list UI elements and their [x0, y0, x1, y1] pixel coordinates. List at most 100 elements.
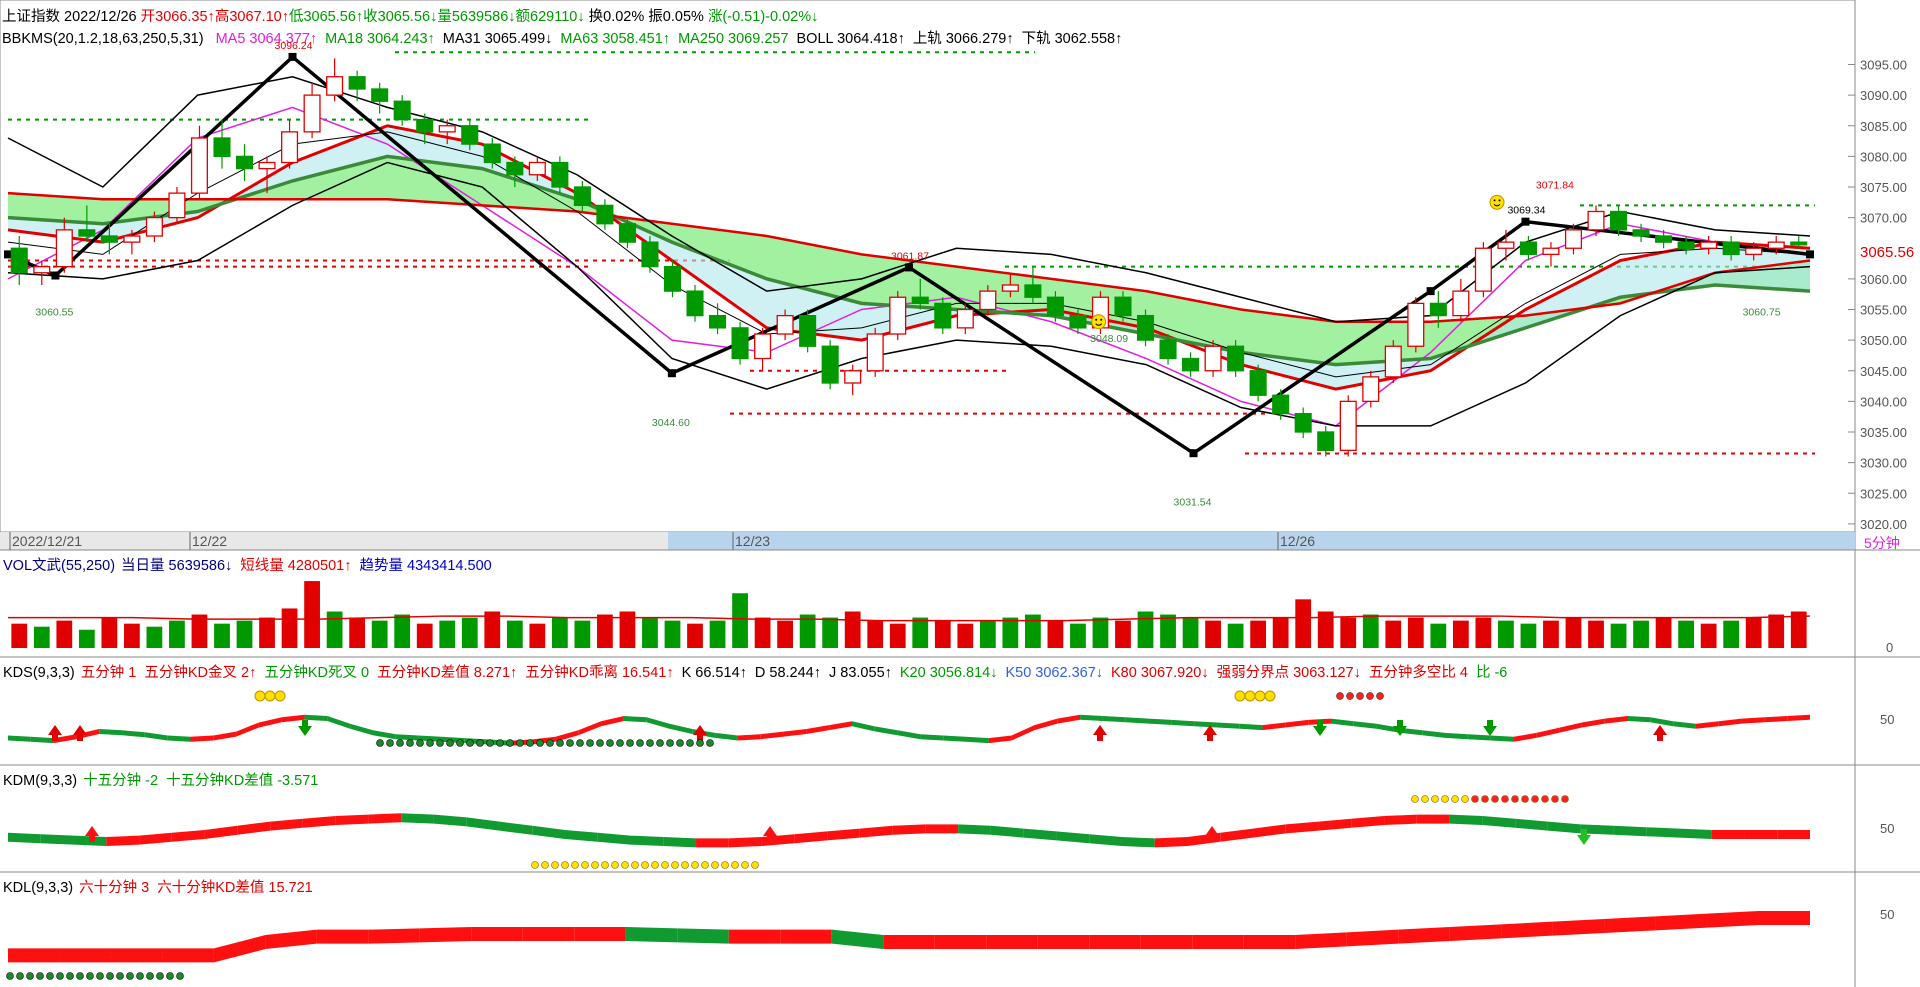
signal-dot — [376, 739, 384, 747]
signal-dot — [701, 861, 709, 869]
time-tick-label: 12/26 — [1280, 533, 1315, 549]
kdl-ribbon — [677, 928, 729, 944]
kds-legend-item-7: J 83.055↑ — [829, 665, 892, 681]
signal-dot — [611, 861, 619, 869]
price-tick-label: 3025.00 — [1860, 486, 1907, 501]
period-label[interactable]: 5分钟 — [1864, 533, 1900, 553]
signal-dot — [596, 739, 604, 747]
volume-bar — [1025, 614, 1041, 648]
zigzag-pivot — [1426, 287, 1435, 296]
candle — [1384, 340, 1402, 383]
kdl-ribbon — [1243, 935, 1296, 949]
kds-ribbon — [623, 716, 647, 723]
kds-ribbon — [372, 730, 396, 740]
signal-dot — [636, 739, 644, 747]
volume-bar — [574, 620, 591, 648]
kdl-ribbon — [471, 927, 523, 941]
volume-bar — [484, 611, 501, 648]
volume-bar — [56, 620, 73, 648]
kdm-ribbon — [564, 830, 598, 842]
kdl-indicator — [6, 911, 1810, 980]
kds-ribbon — [1171, 719, 1195, 727]
volume-bar — [1610, 623, 1627, 648]
kdm-ribbon — [1384, 814, 1417, 825]
smiley-icon — [274, 690, 286, 702]
kdm-ribbon — [892, 824, 926, 835]
volume-bar — [394, 614, 411, 648]
kdl-panel-name: KDL(9,3,3) — [3, 880, 74, 896]
candle — [889, 291, 907, 341]
volume-bar — [1633, 620, 1649, 648]
kdm-ribbon — [1253, 824, 1286, 838]
volume-bar — [416, 623, 433, 648]
time-bar-left — [0, 532, 668, 550]
red-up-arrow-icon — [1093, 725, 1107, 741]
candle — [348, 70, 366, 102]
volume-bar — [1340, 617, 1357, 648]
kdl-ribbon — [574, 927, 626, 941]
signal-dot — [591, 861, 599, 869]
signal-dot — [631, 861, 639, 869]
signal-dot — [1346, 692, 1354, 700]
kdm-ribbon — [1777, 830, 1810, 839]
candle — [1182, 352, 1200, 377]
signal-dot — [546, 739, 554, 747]
kdm-ribbon — [1678, 828, 1712, 839]
kdl-ribbon — [59, 948, 111, 963]
volume-bar — [1452, 620, 1469, 648]
kds-ribbon — [578, 721, 602, 736]
price-tick-label: 3085.00 — [1860, 119, 1907, 134]
kdl-ribbon — [986, 935, 1038, 949]
red-up-arrow-icon — [1203, 725, 1217, 741]
time-bar-highlight — [668, 532, 1855, 550]
smiley-icon — [1489, 194, 1505, 210]
kdl-ribbon — [831, 929, 884, 949]
volume-bar — [236, 620, 253, 648]
signal-dot — [681, 861, 689, 869]
green-down-arrow-icon — [1483, 720, 1497, 736]
signal-dot — [556, 739, 564, 747]
candle — [821, 340, 839, 390]
trough-label: 3060.75 — [1743, 307, 1781, 319]
kds-ribbon — [1239, 723, 1263, 731]
volume-bar — [1588, 620, 1604, 648]
candle — [934, 297, 952, 334]
zigzag-pivot — [1189, 449, 1198, 458]
kds-ribbon — [874, 726, 898, 736]
signal-dot — [1451, 795, 1459, 803]
kds-ribbon — [783, 729, 807, 737]
signal-dot — [116, 972, 124, 980]
signal-dot — [166, 972, 174, 980]
kdl-ribbon — [1346, 929, 1399, 947]
volume-bar — [1385, 620, 1402, 648]
kdl-ribbon — [162, 948, 214, 963]
kdm-ribbon — [204, 825, 238, 839]
candle — [1272, 389, 1290, 420]
kds-ribbon — [167, 735, 191, 742]
kds-ribbon — [350, 723, 373, 736]
candle — [303, 82, 321, 138]
vol-panel-name: VOL文武(55,250) — [3, 558, 116, 574]
kds-ribbon — [1764, 716, 1788, 723]
kdm-ribbon — [990, 825, 1024, 838]
signal-dot — [1521, 795, 1529, 803]
kdm-ribbon — [499, 821, 533, 835]
signal-dot — [741, 861, 749, 869]
kds-legend-item-2: 五分钟KD死叉 0 — [264, 665, 370, 681]
kdl-ribbon — [728, 929, 781, 944]
candle — [371, 82, 389, 114]
candle — [1227, 340, 1245, 377]
zigzag-pivot — [667, 369, 676, 378]
volume-bars — [8, 581, 1811, 648]
kds-ribbon — [1353, 721, 1377, 729]
kdl-ribbon — [8, 948, 60, 963]
price-tick-label: 3035.00 — [1860, 425, 1907, 440]
volume-bar — [1115, 620, 1131, 648]
kds-ribbon — [1194, 721, 1217, 728]
candle — [731, 321, 749, 365]
kds-ribbon — [1673, 721, 1696, 729]
price-tick-label: 3050.00 — [1860, 333, 1907, 348]
signal-dot — [551, 861, 559, 869]
candle — [1407, 297, 1425, 353]
kdm-ribbon — [1547, 821, 1581, 834]
